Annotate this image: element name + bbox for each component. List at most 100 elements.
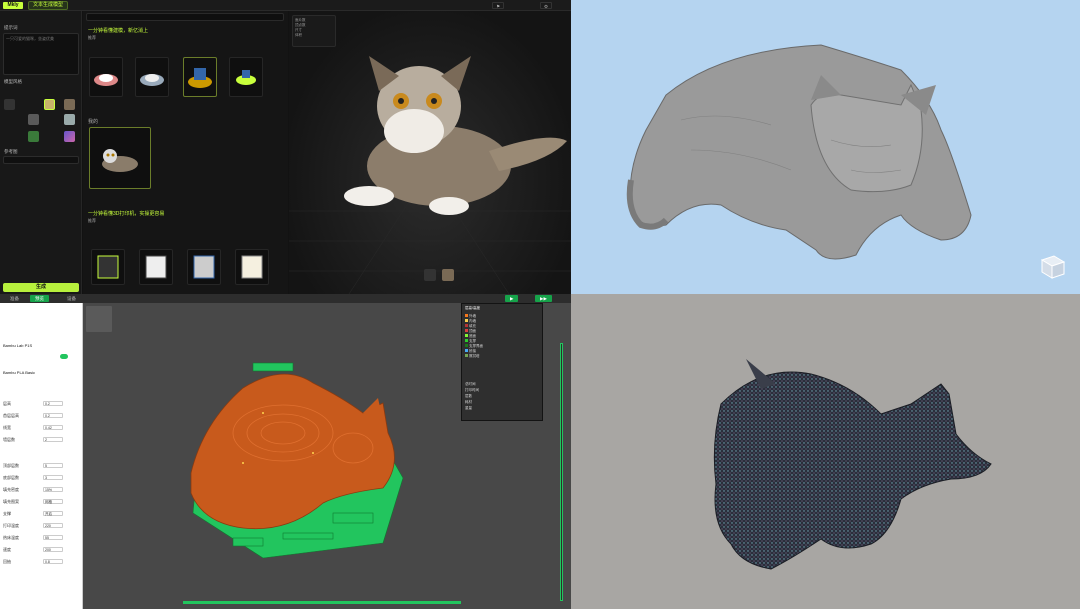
topbar-button[interactable]: ⚙ — [540, 2, 553, 9]
stat-label: 耗材 — [465, 400, 472, 404]
title-bar: Mkly 文本生成模型 ⚑ ⚙ — [0, 0, 571, 11]
param-label: 顶部层数 — [3, 463, 19, 468]
style-option[interactable] — [28, 114, 39, 125]
filament-label: Bambu PLA Basic — [3, 370, 36, 375]
legend-row: 底面 — [465, 334, 476, 338]
legend-title: 层高/高度 — [465, 306, 480, 310]
stat-label: 层数 — [465, 394, 472, 398]
section-title: 一分钟看懂建模，新亿消上 — [88, 28, 149, 34]
legend-row: 外墙 — [465, 314, 476, 318]
tab-prepare[interactable]: 准备 — [5, 295, 24, 302]
param-field[interactable]: 15% — [43, 487, 63, 492]
printed-cat — [713, 359, 992, 570]
model-card[interactable] — [89, 57, 123, 97]
slice-button[interactable]: ▶ — [505, 295, 519, 302]
gallery-panel: 一分钟看懂建模，新亿消上 推荐 我的 一分钟看懂3D打印机，实操更容易 推荐 — [83, 11, 288, 294]
param-label: 支撑 — [3, 511, 11, 516]
style-option-selected[interactable] — [44, 99, 55, 110]
param-field[interactable]: 55 — [43, 535, 63, 540]
settings-panel: Bambu Lab P1S Bambu PLA Basic 层高 0.2 首层层高… — [0, 303, 83, 609]
thumbnail-view[interactable] — [442, 269, 454, 281]
legend-row: 顶面 — [465, 329, 476, 333]
param-label: 填充密度 — [3, 487, 19, 492]
param-field[interactable]: 220 — [43, 523, 63, 528]
printer-card[interactable] — [235, 249, 269, 285]
reference-input[interactable] — [3, 156, 79, 164]
search-input[interactable] — [86, 13, 284, 21]
param-label: 热床温度 — [3, 535, 19, 540]
legend-row: 支撑 — [465, 339, 476, 343]
layer-slider[interactable] — [560, 343, 563, 601]
model-info-panel: 面片数 顶点数 尺寸 体积 — [292, 15, 336, 47]
model-viewport[interactable]: 面片数 顶点数 尺寸 体积 — [289, 11, 571, 294]
print-button[interactable]: ▶▶ — [535, 295, 552, 302]
tab-device[interactable]: 设备 — [62, 295, 81, 302]
style-option[interactable] — [28, 131, 39, 142]
prompt-label: 提示词 — [4, 25, 18, 30]
param-field[interactable]: 3 — [43, 475, 63, 480]
ai-3d-generator-app: Mkly 文本生成模型 ⚑ ⚙ 提示词 一只可爱的猫咪，坐姿优美 模型风格 参考… — [0, 0, 571, 294]
style-option[interactable] — [64, 114, 75, 125]
style-label: 模型风格 — [4, 79, 22, 84]
param-field[interactable]: 2 — [43, 437, 63, 442]
section-label: 推荐 — [88, 35, 96, 40]
param-label: 底部层数 — [3, 475, 19, 480]
printed-cat-photo — [571, 294, 1080, 609]
my-model-card[interactable] — [89, 127, 151, 189]
section-label: 推荐 — [88, 218, 96, 223]
move-slider[interactable] — [183, 601, 461, 604]
slice-preview-viewport[interactable]: 层高/高度 外墙 内墙 填充 顶面 底面 支撑 支撑界面 桥接 擦拭塔 总时间 … — [83, 303, 571, 609]
param-label: 回抽 — [3, 559, 11, 564]
toggle[interactable] — [60, 354, 68, 359]
stat-label: 总时间 — [465, 382, 476, 386]
printer-label: Bambu Lab P1S — [3, 343, 33, 348]
stat-label: 打印时间 — [465, 388, 479, 392]
style-option[interactable] — [64, 131, 75, 142]
model-card[interactable] — [229, 57, 263, 97]
param-field[interactable]: 5 — [43, 463, 63, 468]
style-option[interactable] — [4, 99, 15, 110]
param-label: 打印温度 — [3, 523, 19, 528]
thumbnail-view[interactable] — [424, 269, 436, 281]
legend-row: 支撑界面 — [465, 344, 483, 348]
printer-card[interactable] — [91, 249, 125, 285]
style-option[interactable] — [64, 99, 75, 110]
slicer-tabbar: 准备 预览 设备 ▶ ▶▶ — [0, 294, 571, 303]
model-card-selected[interactable] — [183, 57, 217, 97]
tab-text-to-model[interactable]: 文本生成模型 — [28, 1, 68, 10]
param-field[interactable]: 0.2 — [43, 413, 63, 418]
plate-thumbnail[interactable] — [86, 306, 112, 332]
param-label: 速度 — [3, 547, 11, 552]
section-title: 一分钟看懂3D打印机，实操更容易 — [88, 211, 165, 217]
param-field[interactable]: 0.42 — [43, 425, 63, 430]
topbar-button[interactable]: ⚑ — [492, 2, 505, 9]
param-field[interactable]: 0.8 — [43, 559, 63, 564]
legend-panel: 层高/高度 外墙 内墙 填充 顶面 底面 支撑 支撑界面 桥接 擦拭塔 总时间 … — [461, 303, 543, 421]
model-card[interactable] — [135, 57, 169, 97]
tab-preview[interactable]: 预览 — [30, 295, 49, 302]
legend-row: 内墙 — [465, 319, 476, 323]
param-label: 首层层高 — [3, 413, 19, 418]
left-panel: 提示词 一只可爱的猫咪，坐姿优美 模型风格 参考图 生成 — [0, 11, 82, 294]
prompt-input[interactable]: 一只可爱的猫咪，坐姿优美 — [3, 33, 79, 75]
param-label: 填充图案 — [3, 499, 19, 504]
stat-label: 重量 — [465, 406, 472, 410]
param-field[interactable]: 开启 — [43, 511, 63, 516]
param-label: 层高 — [3, 401, 11, 406]
printer-card[interactable] — [187, 249, 221, 285]
param-field[interactable]: 网格 — [43, 499, 63, 504]
param-field[interactable]: 0.2 — [43, 401, 63, 406]
param-label: 线宽 — [3, 425, 11, 430]
section-title: 我的 — [88, 119, 99, 125]
mesh-view — [571, 0, 1080, 294]
reference-label: 参考图 — [4, 149, 18, 154]
param-field[interactable]: 200 — [43, 547, 63, 552]
cat-mesh — [626, 44, 972, 260]
slicer-app: 准备 预览 设备 ▶ ▶▶ Bambu Lab P1S Bambu PLA Ba… — [0, 294, 571, 609]
printer-card[interactable] — [139, 249, 173, 285]
cat-render — [289, 56, 571, 294]
param-label: 墙层数 — [3, 437, 15, 442]
legend-row: 擦拭塔 — [465, 354, 479, 358]
generate-button[interactable]: 生成 — [3, 283, 79, 292]
view-cube-icon[interactable] — [1036, 250, 1066, 280]
